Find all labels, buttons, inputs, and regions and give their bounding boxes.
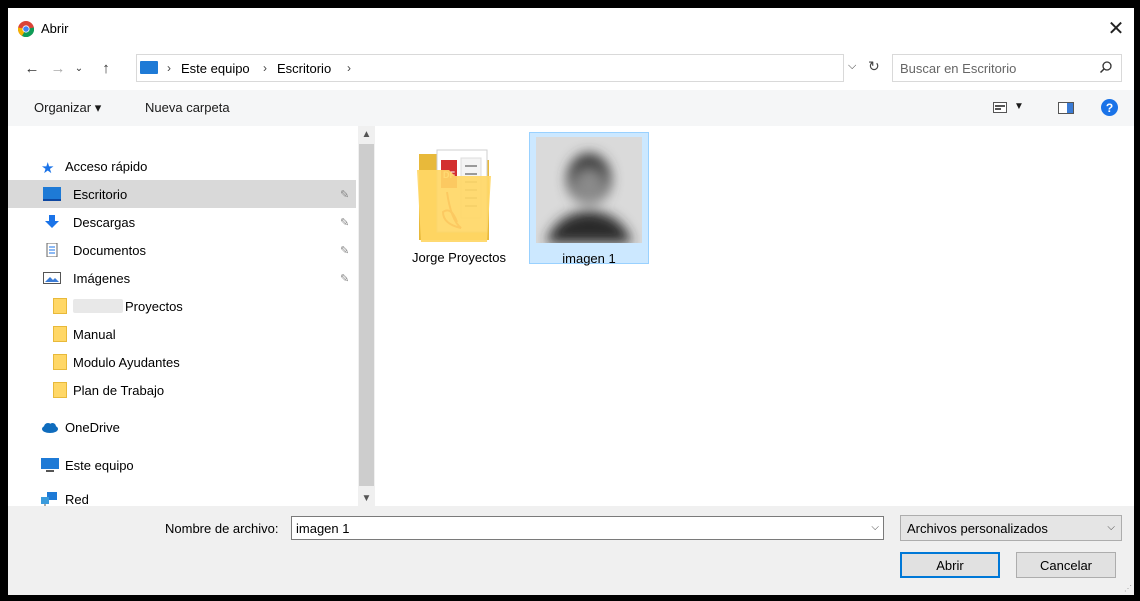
- nav-item-documentos[interactable]: Documentos ✎: [8, 236, 356, 264]
- nav-label: Manual: [73, 326, 116, 342]
- nav-label: Red: [65, 491, 89, 507]
- nav-label: Plan de Trabajo: [73, 382, 165, 398]
- more-options-icon[interactable]: ▼: [1014, 101, 1024, 112]
- folder-icon: [53, 326, 67, 342]
- organize-button[interactable]: Organizar ▾: [34, 100, 101, 116]
- title-bar: Abrir ✕: [8, 8, 1134, 48]
- pin-icon[interactable]: ✎: [340, 272, 349, 285]
- close-button[interactable]: ✕: [1098, 8, 1134, 48]
- open-button[interactable]: Abrir: [900, 552, 1000, 578]
- nav-label: Modulo Ayudantes: [73, 354, 180, 370]
- cancel-button[interactable]: Cancelar: [1016, 552, 1116, 578]
- search-placeholder: Buscar en Escritorio: [900, 61, 1017, 76]
- file-list: DF Jorge Proyectos imagen 1: [378, 126, 1134, 506]
- window-title: Abrir: [41, 21, 69, 36]
- download-icon: [45, 215, 59, 228]
- nav-label: OneDrive: [65, 419, 120, 435]
- nav-label: Escritorio: [73, 186, 128, 202]
- recent-locations-button[interactable]: ⌄: [72, 58, 86, 78]
- folder-icon: [53, 354, 67, 370]
- nav-item-proyectos[interactable]: Proyectos: [8, 292, 356, 320]
- chevron-right-icon: ›: [347, 61, 351, 75]
- address-row: ← → ⌄ ↑ › Este equipo › Escritorio › ⌵ ↻…: [8, 48, 1134, 88]
- command-bar: Organizar ▾ Nueva carpeta ▼ ?: [8, 90, 1134, 127]
- navigation-pane: ★ Acceso rápido Escritorio ✎ Descargas ✎…: [8, 126, 378, 507]
- nav-label: Proyectos: [125, 298, 183, 314]
- pin-icon[interactable]: ✎: [340, 216, 349, 229]
- nav-quick-access[interactable]: ★ Acceso rápido: [8, 152, 356, 180]
- pin-icon[interactable]: ✎: [340, 188, 349, 201]
- network-icon: [41, 492, 57, 506]
- onedrive-cloud-icon: [42, 423, 58, 433]
- nav-label: Acceso rápido: [65, 158, 148, 174]
- address-bar[interactable]: › Este equipo › Escritorio ›: [136, 54, 844, 82]
- scroll-thumb[interactable]: [359, 144, 374, 486]
- address-dropdown-button[interactable]: ⌵: [848, 60, 856, 73]
- pin-icon[interactable]: ✎: [340, 244, 349, 257]
- back-button[interactable]: ←: [22, 58, 42, 78]
- new-folder-button[interactable]: Nueva carpeta: [145, 100, 230, 115]
- nav-item-modulo-ayudantes[interactable]: Modulo Ayudantes: [8, 348, 356, 376]
- nav-label: Documentos: [73, 242, 146, 258]
- nav-item-plan-de-trabajo[interactable]: Plan de Trabajo: [8, 376, 356, 404]
- close-icon: ✕: [1107, 17, 1125, 40]
- chrome-icon: [18, 21, 34, 37]
- help-icon[interactable]: ?: [1101, 99, 1118, 116]
- up-button[interactable]: ↑: [96, 58, 116, 78]
- file-selection-panel: Nombre de archivo: imagen 1 ⌵ Archivos p…: [8, 506, 1134, 595]
- scroll-down-icon[interactable]: ▼: [358, 490, 375, 506]
- forward-button[interactable]: →: [48, 58, 68, 78]
- file-name: Jorge Proyectos: [412, 250, 506, 265]
- file-item-folder[interactable]: DF Jorge Proyectos: [399, 132, 519, 265]
- preview-pane-icon[interactable]: [1058, 102, 1074, 114]
- this-pc-icon: [140, 61, 158, 74]
- folder-with-pdf-icon: DF: [417, 149, 491, 242]
- resize-grip-icon[interactable]: ⋰: [1124, 584, 1132, 593]
- nav-label: Imágenes: [73, 270, 131, 286]
- filename-label: Nombre de archivo:: [165, 521, 279, 536]
- nav-this-pc[interactable]: Este equipo: [8, 451, 356, 479]
- folder-icon: [53, 382, 67, 398]
- forward-arrow-icon: →: [50, 59, 66, 77]
- star-icon: ★: [41, 160, 55, 177]
- nav-label: Este equipo: [65, 457, 134, 473]
- this-pc-icon: [41, 458, 59, 472]
- nav-item-manual[interactable]: Manual: [8, 320, 356, 348]
- filetype-value: Archivos personalizados: [907, 521, 1048, 536]
- file-item-image[interactable]: imagen 1: [529, 132, 649, 266]
- documents-icon: [46, 243, 58, 257]
- nav-item-imagenes[interactable]: Imágenes ✎: [8, 264, 356, 292]
- chevron-down-icon: ⌵: [1107, 522, 1115, 533]
- nav-scrollbar[interactable]: ▲ ▼: [358, 126, 375, 506]
- search-icon[interactable]: [1099, 60, 1113, 74]
- folder-icon: [53, 298, 67, 314]
- breadcrumb-desktop[interactable]: Escritorio: [277, 61, 331, 76]
- chevron-right-icon: ›: [167, 61, 171, 75]
- nav-label: Descargas: [73, 214, 136, 230]
- breadcrumb-this-pc[interactable]: Este equipo: [181, 61, 250, 76]
- image-thumbnail: [536, 137, 642, 243]
- refresh-button[interactable]: ↻: [868, 58, 880, 75]
- scroll-up-icon[interactable]: ▲: [358, 126, 375, 142]
- change-view-icon[interactable]: [993, 102, 1007, 113]
- svg-text:?: ?: [1106, 101, 1113, 115]
- back-arrow-icon: ←: [24, 59, 40, 77]
- pictures-icon: [43, 272, 61, 284]
- nav-item-escritorio[interactable]: Escritorio ✎: [8, 180, 356, 208]
- filetype-select[interactable]: Archivos personalizados ⌵: [900, 515, 1122, 541]
- search-box[interactable]: Buscar en Escritorio: [892, 54, 1122, 82]
- chevron-right-icon: ›: [263, 61, 267, 75]
- nav-onedrive[interactable]: OneDrive: [8, 413, 356, 441]
- file-name: imagen 1: [562, 251, 616, 266]
- desktop-icon: [43, 187, 61, 201]
- filename-value: imagen 1: [296, 521, 350, 536]
- filename-input[interactable]: imagen 1 ⌵: [291, 516, 884, 540]
- open-file-dialog: Abrir ✕ ← → ⌄ ↑ › Este equipo › Escritor…: [8, 8, 1134, 595]
- nav-item-descargas[interactable]: Descargas ✎: [8, 208, 356, 236]
- up-arrow-icon: ↑: [102, 59, 110, 77]
- chevron-down-icon: ⌄: [74, 62, 84, 74]
- chevron-down-icon[interactable]: ⌵: [871, 522, 879, 533]
- redacted-text: [73, 299, 123, 313]
